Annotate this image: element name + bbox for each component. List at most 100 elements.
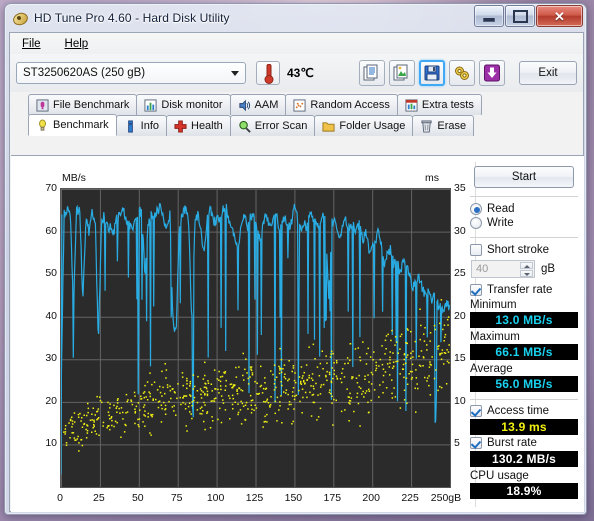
tab-row-bottom: Benchmark Info Health Error Scan Folder … xyxy=(28,114,475,136)
title-bar: HD Tune Pro 4.60 - Hard Disk Utility ✕ xyxy=(5,4,586,32)
folder-icon xyxy=(322,121,335,132)
tab-erase[interactable]: Erase xyxy=(412,115,475,136)
maximum-label: Maximum xyxy=(470,331,520,343)
temperature-indicator xyxy=(256,61,280,85)
close-button[interactable]: ✕ xyxy=(536,5,583,27)
chart-y2tick: 20 xyxy=(454,309,466,322)
copy-text-icon xyxy=(363,64,378,81)
chart-xtick: 0 xyxy=(57,492,63,504)
chart-xtick: 225 xyxy=(401,492,419,504)
radio-write[interactable]: Write xyxy=(470,217,578,229)
results-panel: Start Read Write Short stroke 40 gB Tran… xyxy=(470,164,578,500)
checkbox-short-stroke-icon xyxy=(470,244,482,256)
menu-help[interactable]: Help xyxy=(61,36,93,52)
burst-rate-value: 130.2 MB/s xyxy=(470,451,578,467)
short-stroke-input[interactable]: 40 xyxy=(471,260,535,278)
copy-text-button[interactable] xyxy=(359,60,385,86)
chart-xtick: 50 xyxy=(131,492,144,504)
tab-strip: File Benchmark Disk monitor AAM Random A… xyxy=(10,94,583,138)
average-value: 56.0 MB/s xyxy=(470,376,578,392)
tab-info-label: Info xyxy=(140,120,159,132)
info-icon xyxy=(127,119,133,133)
tab-disk-monitor[interactable]: Disk monitor xyxy=(136,94,231,115)
minimum-label: Minimum xyxy=(470,299,517,311)
toolbar-buttons: Exit xyxy=(359,60,577,86)
chart-left-axis-label: MB/s xyxy=(62,172,86,184)
tab-folder-usage[interactable]: Folder Usage xyxy=(314,115,414,136)
chart-xtick: 25 xyxy=(93,492,105,504)
exit-button-label: Exit xyxy=(538,67,558,79)
chart-xtick: 200 xyxy=(362,492,380,504)
chart-y2tick: 15 xyxy=(454,352,466,365)
chart-ytick: 10 xyxy=(45,437,57,450)
maximize-icon xyxy=(512,9,528,23)
trash-icon xyxy=(421,119,433,133)
radio-read[interactable]: Read xyxy=(470,203,578,215)
exit-button[interactable]: Exit xyxy=(519,61,577,85)
radio-write-icon xyxy=(470,217,482,229)
chart-ytick: 20 xyxy=(45,394,57,407)
red-cross-icon xyxy=(174,119,187,133)
tab-random-access-label: Random Access xyxy=(310,99,390,111)
maximize-button[interactable] xyxy=(505,5,535,27)
short-stroke-size: 40 gB xyxy=(471,260,578,278)
checkbox-short-stroke[interactable]: Short stroke xyxy=(470,244,578,256)
start-button[interactable]: Start xyxy=(474,166,574,188)
minimum-value: 13.0 MB/s xyxy=(470,312,578,328)
cpu-usage-value: 18.9% xyxy=(470,483,578,499)
short-stroke-unit: gB xyxy=(541,263,556,275)
menu-help-label: Help xyxy=(64,37,89,50)
drive-select[interactable]: ST3250620AS (250 gB) xyxy=(16,62,246,84)
access-time-value: 13.9 ms xyxy=(470,419,578,435)
tab-file-benchmark[interactable]: File Benchmark xyxy=(28,94,138,115)
chart-ytick: 30 xyxy=(45,352,57,365)
menu-bar: File Help xyxy=(10,33,583,54)
settings-button[interactable] xyxy=(449,60,475,86)
menu-file-label: File xyxy=(22,37,41,50)
tab-health-label: Health xyxy=(191,120,223,132)
minimize-button[interactable] xyxy=(474,5,504,27)
tab-aam[interactable]: AAM xyxy=(229,94,287,115)
short-stroke-stepper[interactable] xyxy=(520,262,533,277)
chart-xtick: 100 xyxy=(206,492,225,504)
tab-error-scan[interactable]: Error Scan xyxy=(229,115,316,136)
checkbox-access-time[interactable]: Access time xyxy=(470,405,578,417)
download-button[interactable] xyxy=(479,60,505,86)
tab-folder-usage-label: Folder Usage xyxy=(339,120,406,132)
tab-info[interactable]: Info xyxy=(115,115,167,136)
app-window: HD Tune Pro 4.60 - Hard Disk Utility ✕ F… xyxy=(4,3,587,515)
checkbox-access-time-label: Access time xyxy=(487,405,549,417)
checkbox-transfer-rate-label: Transfer rate xyxy=(487,284,553,296)
checkbox-transfer-rate[interactable]: Transfer rate xyxy=(470,284,578,296)
tab-health[interactable]: Health xyxy=(166,115,231,136)
tab-benchmark-label: Benchmark xyxy=(53,119,109,131)
tab-aam-label: AAM xyxy=(254,99,279,111)
chart-xtick: 150 xyxy=(284,492,303,504)
checkbox-burst-rate[interactable]: Burst rate xyxy=(470,437,578,449)
copy-screenshot-button[interactable] xyxy=(389,60,415,86)
stepper-down-icon[interactable] xyxy=(520,270,533,277)
tab-random-access[interactable]: Random Access xyxy=(285,94,398,115)
menu-file[interactable]: File xyxy=(18,36,45,52)
chart-y2tick: 25 xyxy=(454,267,466,280)
close-icon: ✕ xyxy=(554,8,565,24)
purple-down-arrow-icon xyxy=(484,64,500,82)
window-title: HD Tune Pro 4.60 - Hard Disk Utility xyxy=(34,11,230,25)
tab-erase-label: Erase xyxy=(437,120,467,132)
tab-extra-tests[interactable]: Extra tests xyxy=(396,94,482,115)
tab-benchmark[interactable]: Benchmark xyxy=(28,114,117,136)
extra-tests-icon xyxy=(405,98,418,112)
radio-read-icon xyxy=(470,203,482,215)
magnifier-icon xyxy=(239,120,251,133)
save-button[interactable] xyxy=(419,60,445,86)
tab-extra-tests-label: Extra tests xyxy=(421,99,474,111)
tab-error-scan-label: Error Scan xyxy=(254,120,308,132)
checkbox-short-stroke-label: Short stroke xyxy=(487,244,549,256)
stepper-up-icon[interactable] xyxy=(520,262,533,269)
radio-write-label: Write xyxy=(487,217,514,229)
client-area: File Help ST3250620AS (250 gB) 43℃ Exit … xyxy=(9,32,584,512)
chevron-down-icon xyxy=(231,71,239,76)
divider-1 xyxy=(470,196,578,197)
short-stroke-value: 40 xyxy=(476,263,489,275)
lightbulb-icon xyxy=(39,118,46,131)
